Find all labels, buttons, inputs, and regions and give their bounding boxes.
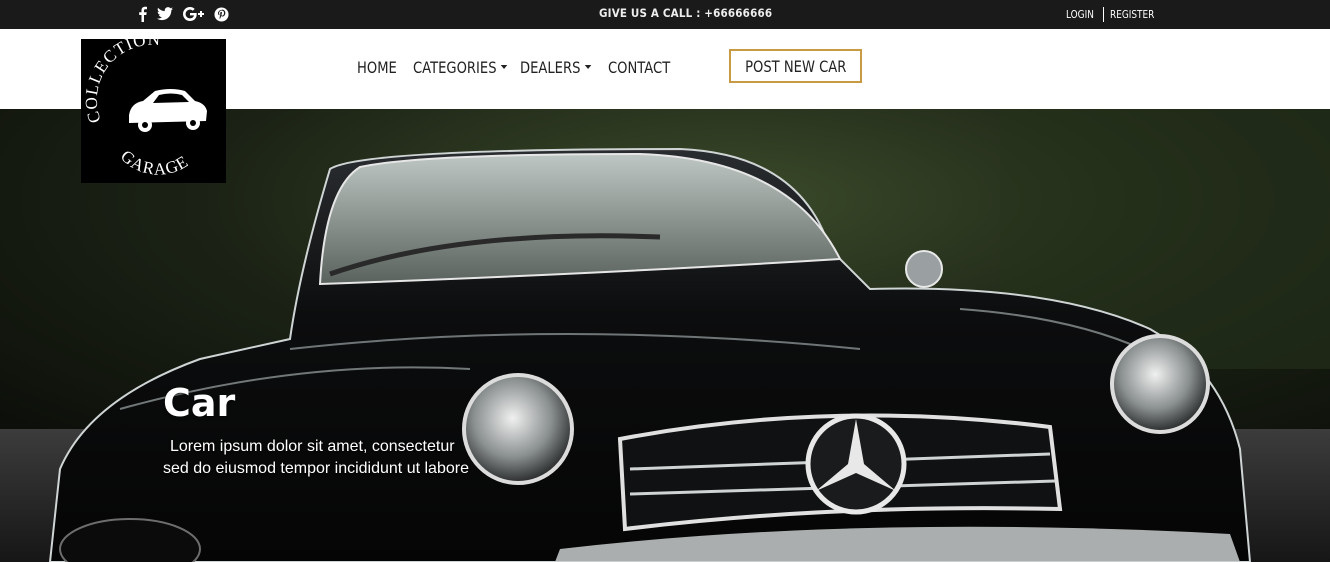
svg-text:GARAGE: GARAGE [117, 146, 192, 178]
nav-home[interactable]: HOME [357, 58, 403, 77]
twitter-icon[interactable] [157, 5, 173, 23]
nav-contact-label: CONTACT [608, 57, 671, 77]
logo-emblem: COLLECTION GARAGE [82, 30, 207, 179]
google-plus-icon[interactable] [183, 5, 204, 23]
top-bar: GIVE US A CALL : +66666666 LOGIN REGISTE… [0, 0, 1330, 29]
hero-description: Lorem ipsum dolor sit amet, consectetur … [163, 436, 493, 480]
register-link[interactable]: REGISTER [1110, 9, 1154, 21]
hero-text-line-2: sed do eiusmod tempor incididunt ut labo… [163, 460, 469, 477]
chevron-down-icon [584, 65, 592, 69]
main-nav: HOME CATEGORIES DEALERS CONTACT [357, 56, 684, 78]
nav-dealers[interactable]: DEALERS [520, 58, 592, 77]
nav-categories[interactable]: CATEGORIES [413, 57, 508, 77]
auth-divider [1102, 7, 1104, 22]
auth-links: LOGIN REGISTER [1066, 7, 1162, 22]
nav-categories-label: CATEGORIES [413, 57, 497, 77]
social-links [138, 5, 229, 23]
facebook-icon[interactable] [138, 5, 147, 23]
post-new-car-label: POST NEW CAR [744, 56, 847, 76]
hero-text-line-1: Lorem ipsum dolor sit amet, consectetur [170, 438, 455, 455]
call-info: GIVE US A CALL : +66666666 [599, 6, 773, 20]
hero-title: Car [163, 381, 236, 425]
site-logo[interactable]: COLLECTION GARAGE [81, 30, 226, 183]
nav-contact[interactable]: CONTACT [608, 58, 670, 77]
logo-text-bottom: GARAGE [117, 146, 191, 178]
login-link[interactable]: LOGIN [1066, 9, 1094, 21]
post-new-car-button[interactable]: POST NEW CAR [729, 49, 862, 83]
pinterest-icon[interactable] [214, 5, 229, 23]
nav-dealers-label: DEALERS [520, 57, 581, 77]
nav-home-label: HOME [357, 57, 397, 77]
chevron-down-icon [500, 65, 508, 69]
